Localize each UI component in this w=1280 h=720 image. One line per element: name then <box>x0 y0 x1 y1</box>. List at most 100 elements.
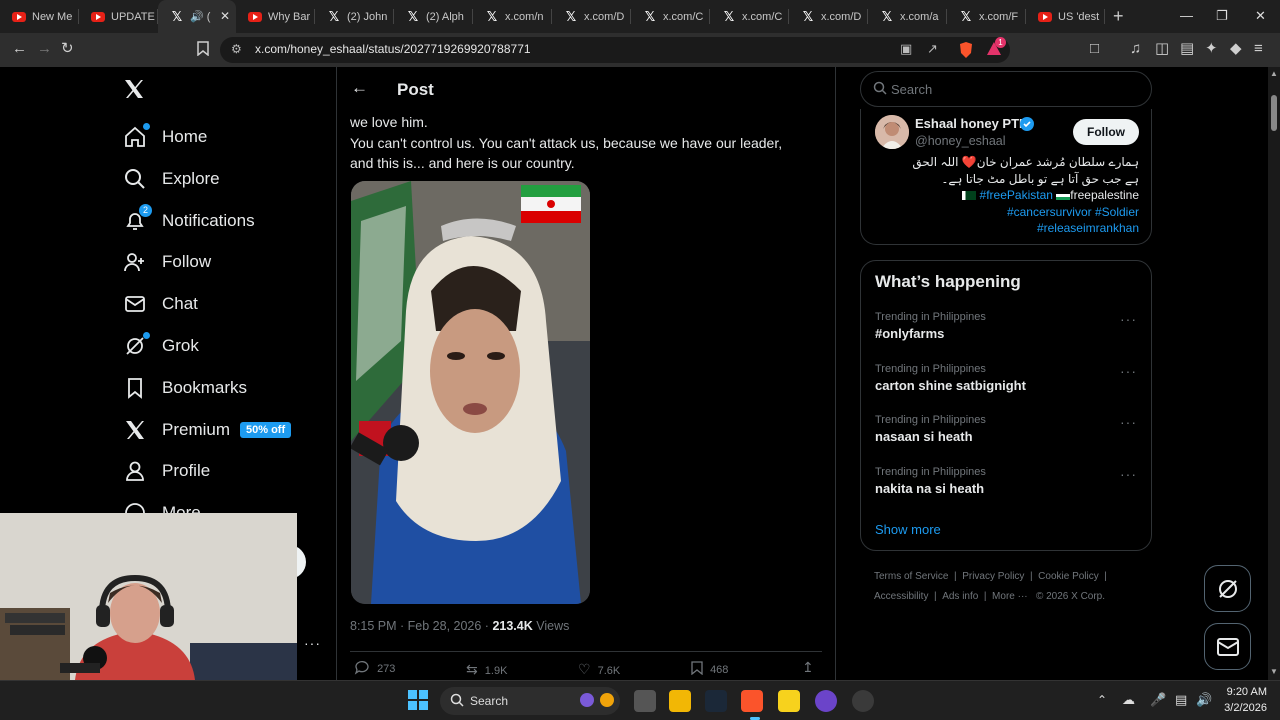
steam-icon[interactable] <box>705 690 727 712</box>
menu-icon[interactable]: ≡ <box>1254 41 1263 57</box>
trend-item[interactable]: Trending in Philippines carton shine satb… <box>875 363 1145 393</box>
trend-item[interactable]: Trending in Philippines nakita na si heat… <box>875 466 1145 496</box>
browser-tab[interactable]: 𝕏x.com/n <box>473 0 552 33</box>
back-arrow-icon[interactable]: ← <box>351 78 368 98</box>
more-options-icon[interactable]: ··· <box>1120 414 1137 430</box>
nav-item-notifications[interactable]: 2 Notifications <box>122 201 255 241</box>
more-options-icon[interactable]: ··· <box>1120 363 1137 379</box>
browser-tab[interactable]: 𝕏x.com/a <box>868 0 947 33</box>
sidebar-toggle-icon[interactable]: □ <box>1090 41 1099 57</box>
forward-icon[interactable]: → <box>37 41 52 57</box>
close-tab-icon[interactable]: ✕ <box>220 9 230 23</box>
footer-link[interactable]: Privacy Policy <box>962 571 1024 582</box>
minimize-icon[interactable]: — <box>1180 8 1193 23</box>
browser-tab[interactable]: US 'dest <box>1026 0 1105 33</box>
browser-tab[interactable]: 𝕏 (2) Alph <box>394 0 473 33</box>
like-button[interactable]: ♡ 7.6K <box>578 661 620 678</box>
nav-item-bookmarks[interactable]: Bookmarks <box>122 368 247 408</box>
settings-app-icon[interactable] <box>852 690 874 712</box>
media-icon[interactable]: ♫ <box>1130 41 1141 57</box>
volume-icon[interactable]: 🔊 <box>1196 692 1212 708</box>
restore-icon[interactable]: ❐ <box>1216 8 1228 24</box>
bookmark-button[interactable]: 468 <box>691 661 728 676</box>
trend-item[interactable]: Trending in Philippines nasaan si heath ··… <box>875 414 1145 444</box>
wallet-icon[interactable]: ▤ <box>1180 41 1194 57</box>
nav-item-home[interactable]: Home <box>122 117 207 157</box>
browser-tab[interactable]: 𝕏 (2) John <box>315 0 394 33</box>
like-count: 7.6K <box>597 665 621 677</box>
task-view-icon[interactable] <box>634 690 656 712</box>
brave-shields-icon[interactable] <box>958 41 974 64</box>
browser-tab[interactable]: 𝕏 🔊(✕ <box>158 0 236 33</box>
cast-icon[interactable]: ▣ <box>900 41 912 57</box>
share-icon[interactable]: ↗ <box>927 41 938 57</box>
chat-app-icon[interactable] <box>815 690 837 712</box>
page-scrollbar[interactable]: ▲ ▼ <box>1268 67 1280 680</box>
audio-playing-icon[interactable]: 🔊 <box>190 10 204 23</box>
nav-item-chat[interactable]: Chat <box>122 284 198 324</box>
back-icon[interactable]: ← <box>12 41 27 57</box>
browser-tab[interactable]: 𝕏x.com/C <box>631 0 710 33</box>
nav-item-follow[interactable]: Follow <box>122 242 211 282</box>
account-menu-icon[interactable]: ··· <box>304 635 321 651</box>
footer-link[interactable]: Terms of Service <box>874 571 948 582</box>
browser-tab[interactable]: New Me <box>0 0 79 33</box>
grok-fab-button[interactable] <box>1204 565 1251 612</box>
tray-overflow-icon[interactable]: ⌃ <box>1097 693 1107 707</box>
x-logo-icon[interactable] <box>122 77 146 106</box>
messages-fab-button[interactable] <box>1204 623 1251 670</box>
nav-item-explore[interactable]: Explore <box>122 159 220 199</box>
nav-item-grok[interactable]: Grok <box>122 326 199 366</box>
follow-button[interactable]: Follow <box>1073 119 1139 145</box>
vpn-icon[interactable]: ◆ <box>1230 41 1242 57</box>
browser-tab[interactable]: 𝕏x.com/D <box>552 0 631 33</box>
clock-time[interactable]: 9:20 AM <box>1223 686 1267 698</box>
clock-date[interactable]: 3/2/2026 <box>1215 702 1267 714</box>
close-window-icon[interactable]: ✕ <box>1255 8 1266 24</box>
search-box[interactable]: Search <box>860 71 1152 107</box>
browser-tab[interactable]: UPDATE <box>79 0 158 33</box>
network-icon[interactable]: ▤ <box>1175 692 1187 708</box>
reply-button[interactable]: 273 <box>354 661 395 675</box>
show-more-link[interactable]: Show more <box>875 522 941 537</box>
bio-line: ہے جب حق آتا ہے تو باطل مٹ جاتا ہے۔ <box>941 171 1139 186</box>
address-bar[interactable]: ⚙ x.com/honey_eshaal/status/202771926992… <box>220 37 1010 63</box>
share-post-icon[interactable]: ↥ <box>802 659 814 676</box>
file-explorer-icon[interactable] <box>669 690 691 712</box>
new-tab-button[interactable]: + <box>1113 6 1124 27</box>
hashtag-link[interactable]: #freePakistan <box>980 188 1053 202</box>
trend-item[interactable]: Trending in Philippines #onlyfarms ··· <box>875 311 1145 341</box>
sticky-notes-icon[interactable] <box>778 690 800 712</box>
split-view-icon[interactable]: ◫ <box>1155 41 1169 57</box>
nav-item-premium[interactable]: Premium 50% off <box>122 410 292 450</box>
microphone-icon[interactable]: 🎤 <box>1150 692 1166 708</box>
browser-tab[interactable]: 𝕏x.com/D <box>789 0 868 33</box>
scrollbar-thumb[interactable] <box>1271 95 1277 131</box>
tweet-timestamp[interactable]: 8:15 PM · Feb 28, 2026 · <box>350 619 492 633</box>
hashtag-link[interactable]: #releaseimrankhan <box>881 220 1139 237</box>
avatar[interactable] <box>875 115 909 149</box>
browser-tab[interactable]: 𝕏x.com/F <box>947 0 1026 33</box>
more-options-icon[interactable]: ··· <box>1120 466 1137 482</box>
reload-icon[interactable]: ↻ <box>61 41 74 57</box>
leo-ai-icon[interactable]: ✦ <box>1205 41 1218 57</box>
site-settings-icon[interactable]: ⚙ <box>231 42 242 56</box>
footer-link[interactable]: Accessibility <box>874 591 928 602</box>
author-handle[interactable]: @honey_eshaal <box>915 134 1006 148</box>
hashtag-link[interactable]: #cancersurvivor #Soldier <box>881 204 1139 221</box>
taskbar-search[interactable]: Search <box>440 687 620 715</box>
brave-icon[interactable] <box>741 690 763 712</box>
browser-tab[interactable]: 𝕏x.com/C <box>710 0 789 33</box>
nav-item-profile[interactable]: Profile <box>122 451 210 491</box>
footer-more-link[interactable]: More ··· <box>992 591 1028 602</box>
bookmark-page-icon[interactable] <box>197 41 209 60</box>
start-button[interactable] <box>408 690 428 715</box>
browser-tab[interactable]: Why Bar <box>236 0 315 33</box>
more-options-icon[interactable]: ··· <box>1120 311 1137 327</box>
footer-link[interactable]: Ads info <box>942 591 978 602</box>
author-name[interactable]: Eshaal honey PTI <box>915 116 1023 131</box>
footer-link[interactable]: Cookie Policy <box>1038 571 1099 582</box>
repost-button[interactable]: ⇆ 1.9K <box>466 661 507 678</box>
onedrive-icon[interactable]: ☁ <box>1122 692 1135 708</box>
tweet-video[interactable] <box>351 181 590 604</box>
